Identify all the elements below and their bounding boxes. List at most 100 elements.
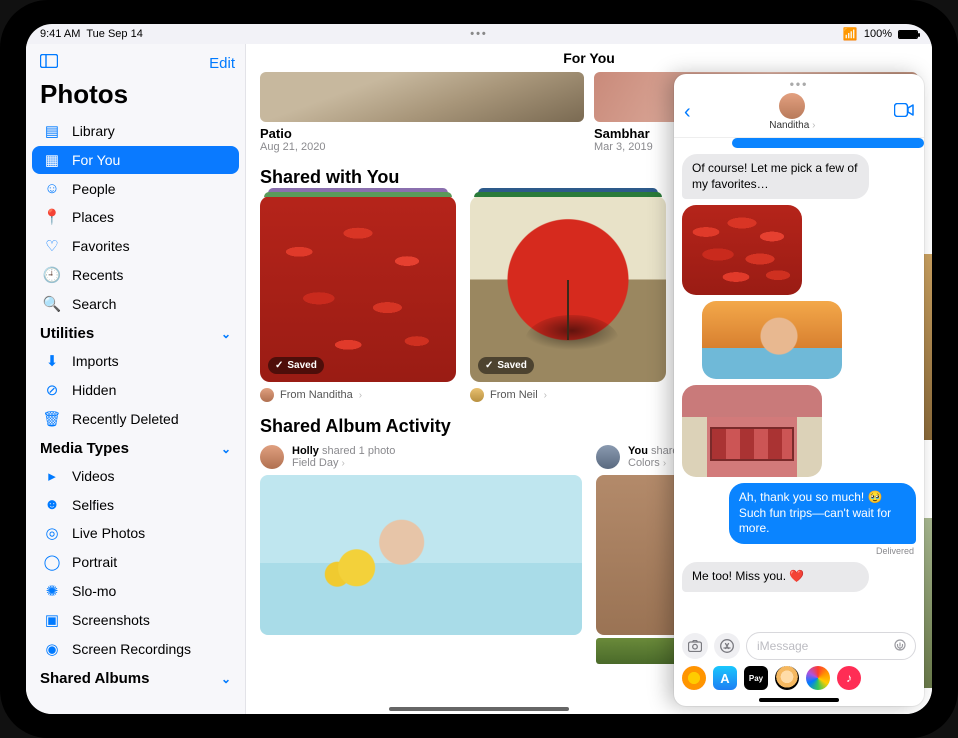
conversation-contact[interactable]: Nanditha › <box>691 93 894 131</box>
sidebar-item-label: Screenshots <box>72 612 150 628</box>
sidebar-item-label: Portrait <box>72 554 117 570</box>
for-you-icon: ▦ <box>42 151 62 169</box>
memory-card[interactable]: Patio Aug 21, 2020 <box>260 72 584 153</box>
sidebar-item-label: Screen Recordings <box>72 641 191 657</box>
slo-mo-icon: ✺ <box>42 582 62 600</box>
memoji-app-icon[interactable] <box>775 666 799 690</box>
camera-button[interactable] <box>682 633 708 659</box>
home-indicator[interactable] <box>389 707 569 711</box>
sidebar-item-screen-recordings[interactable]: ◉Screen Recordings <box>32 635 239 663</box>
photos-app-icon[interactable] <box>682 666 706 690</box>
sidebar-item-label: Recents <box>72 267 123 283</box>
message-image[interactable] <box>682 205 802 295</box>
battery-percent: 100% <box>864 28 892 40</box>
activity-card[interactable]: Holly shared 1 photo Field Day › <box>260 445 582 664</box>
sidebar-item-selfies[interactable]: ☻Selfies <box>32 491 239 518</box>
imports-icon: ⬇ <box>42 352 62 370</box>
sidebar-section-shared-albums[interactable]: Shared Albums⌄ <box>26 664 245 691</box>
chevron-down-icon: ⌄ <box>221 672 231 686</box>
sidebar-item-imports[interactable]: ⬇ Imports <box>32 347 239 375</box>
live-photos-icon: ◎ <box>42 524 62 542</box>
edit-button[interactable]: Edit <box>209 55 235 72</box>
shared-stack[interactable]: ✓ Saved From Neil › <box>470 196 666 402</box>
photos-sidebar: Edit Photos ▤Library▦For You☺People📍Plac… <box>26 44 246 714</box>
sidebar-item-label: People <box>72 181 116 197</box>
for-you-content: For You Patio Aug 21, 2020 Sambhar Mar 3… <box>246 44 932 714</box>
delivered-label: Delivered <box>682 546 914 556</box>
sidebar-item-recently-deleted[interactable]: 🗑Recently Deleted <box>32 405 239 433</box>
sidebar-toggle-icon[interactable] <box>36 50 62 77</box>
message-out[interactable]: Ah, thank you so much! 🥹 Such fun trips—… <box>729 483 916 544</box>
sidebar-item-videos[interactable]: ▸ Videos <box>32 462 239 490</box>
outgoing-bubble-edge <box>732 138 924 148</box>
sidebar-item-for-you[interactable]: ▦For You <box>32 146 239 174</box>
status-bar: 9:41 AM Tue Sep 14 ••• 📶 100% <box>26 24 932 44</box>
slideover-grabber[interactable] <box>759 698 839 702</box>
multitask-dots-icon[interactable]: ••• <box>470 28 488 40</box>
shared-from[interactable]: From Nanditha › <box>260 388 456 402</box>
sidebar-item-label: Slo-mo <box>72 583 116 599</box>
status-time: 9:41 AM <box>40 28 80 40</box>
sidebar-item-label: Search <box>72 296 116 312</box>
chevron-right-icon: › <box>359 390 362 401</box>
page-title: For You <box>246 44 932 72</box>
sidebar-item-label: Recently Deleted <box>72 411 179 427</box>
app-store-apps-button[interactable] <box>714 633 740 659</box>
app-store-app-icon[interactable]: A <box>713 666 737 690</box>
sidebar-item-screenshots[interactable]: ▣ Screenshots <box>32 606 239 634</box>
slideover-dots-icon[interactable]: ••• <box>674 74 924 91</box>
chevron-down-icon: ⌄ <box>221 327 231 341</box>
screenshots-icon: ▣ <box>42 611 62 629</box>
people-icon: ☺ <box>42 180 62 197</box>
sidebar-item-label: Places <box>72 209 114 225</box>
sidebar-item-live-photos[interactable]: ◎ Live Photos <box>32 519 239 547</box>
messages-app-strip[interactable]: A Pay ♪ <box>674 664 924 696</box>
memory-date: Aug 21, 2020 <box>260 141 584 153</box>
library-icon: ▤ <box>42 122 62 140</box>
sidebar-item-portrait[interactable]: ◯Portrait <box>32 548 239 576</box>
sidebar-item-label: Hidden <box>72 382 116 398</box>
sidebar-item-library[interactable]: ▤ Library <box>32 117 239 145</box>
sidebar-item-people[interactable]: ☺ People <box>32 175 239 202</box>
message-in[interactable]: Of course! Let me pick a few of my favor… <box>682 154 869 199</box>
hidden-icon: ⊘ <box>42 381 62 399</box>
sidebar-item-label: Selfies <box>72 497 114 513</box>
sidebar-item-slo-mo[interactable]: ✺ Slo-mo <box>32 577 239 605</box>
dictation-icon[interactable] <box>890 636 910 656</box>
sidebar-item-label: Videos <box>72 468 115 484</box>
sidebar-item-favorites[interactable]: ♡ Favorites <box>32 232 239 260</box>
sidebar-item-search[interactable]: 🔍 Search <box>32 290 239 318</box>
sidebar-section-utilities[interactable]: Utilities⌄ <box>26 319 245 346</box>
message-in[interactable]: Me too! Miss you. ❤️ <box>682 562 869 592</box>
avatar-icon <box>260 445 284 469</box>
sidebar-section-media-types[interactable]: Media Types⌄ <box>26 434 245 461</box>
sidebar-item-label: Live Photos <box>72 525 145 541</box>
activity-photo[interactable] <box>260 475 582 635</box>
status-date: Tue Sep 14 <box>86 28 142 40</box>
sidebar-item-hidden[interactable]: ⊘ Hidden <box>32 376 239 404</box>
message-input[interactable]: iMessage <box>746 632 916 660</box>
chevron-down-icon: ⌄ <box>221 442 231 456</box>
sidebar-item-label: Library <box>72 123 115 139</box>
facetime-icon[interactable] <box>894 103 914 122</box>
digital-touch-app-icon[interactable] <box>806 666 830 690</box>
apple-pay-app-icon[interactable]: Pay <box>744 666 768 690</box>
message-image[interactable] <box>682 385 822 477</box>
music-app-icon[interactable]: ♪ <box>837 666 861 690</box>
sidebar-item-places[interactable]: 📍Places <box>32 203 239 231</box>
favorites-icon: ♡ <box>42 237 62 255</box>
messages-slideover: ••• ‹ Nanditha › Of course! Let me <box>674 74 924 706</box>
back-button[interactable]: ‹ <box>684 101 691 124</box>
videos-icon: ▸ <box>42 467 62 485</box>
sidebar-item-recents[interactable]: 🕘Recents <box>32 261 239 289</box>
search-icon: 🔍 <box>42 295 62 313</box>
sidebar-item-label: Favorites <box>72 238 130 254</box>
sidebar-item-label: Imports <box>72 353 119 369</box>
avatar-icon <box>260 388 274 402</box>
message-image[interactable] <box>702 301 842 379</box>
wifi-icon: 📶 <box>843 27 858 41</box>
shared-stack[interactable]: ✓ Saved From Nanditha › <box>260 196 456 402</box>
shared-from[interactable]: From Neil › <box>470 388 666 402</box>
avatar-icon <box>470 388 484 402</box>
avatar-icon <box>596 445 620 469</box>
